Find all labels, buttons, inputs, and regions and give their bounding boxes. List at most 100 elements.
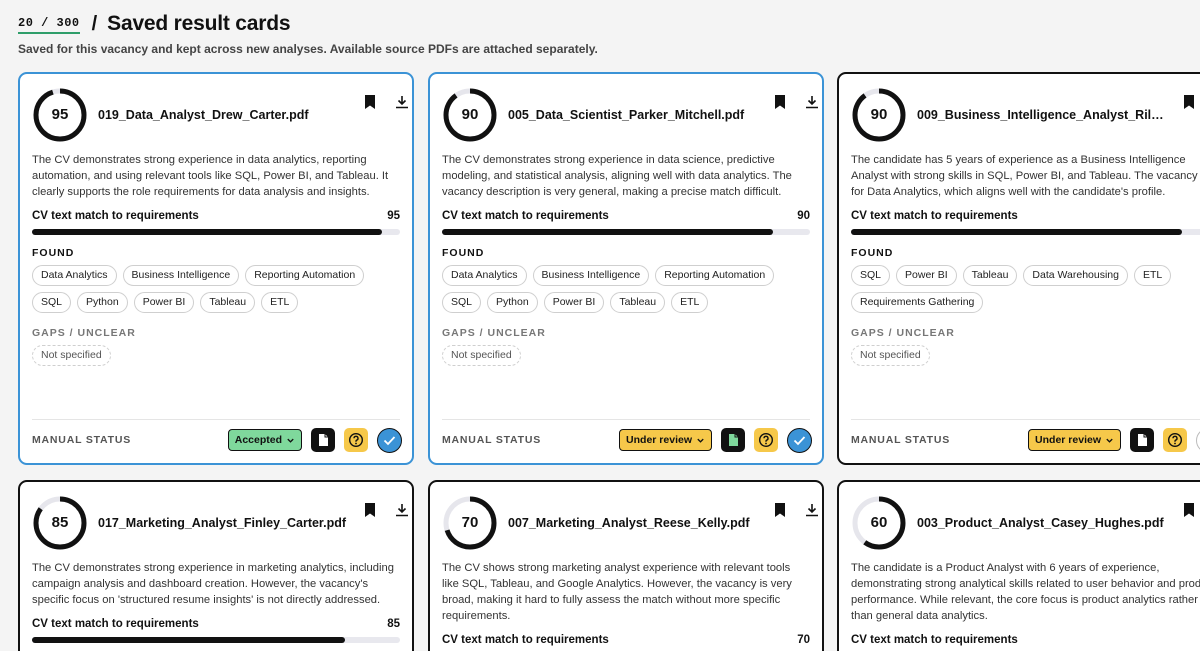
match-value: 90 <box>797 210 810 222</box>
result-card[interactable]: 90 005_Data_Scientist_Parker_Mitchell.pd… <box>428 72 824 465</box>
document-icon <box>1137 434 1147 446</box>
question-button[interactable] <box>344 428 368 452</box>
status-dropdown[interactable]: Under review <box>1028 429 1121 451</box>
found-label: FOUND <box>851 247 894 259</box>
question-button[interactable] <box>1163 428 1187 452</box>
skill-chip: ETL <box>261 292 299 313</box>
result-card[interactable]: 95 019_Data_Analyst_Drew_Carter.pdf The … <box>18 72 414 465</box>
skill-chip: SQL <box>851 265 891 286</box>
page-header: 20 / 300 / Saved result cards Saved for … <box>18 12 1198 56</box>
bookmark-icon[interactable] <box>772 94 788 110</box>
check-icon <box>383 435 396 445</box>
chevron-down-icon <box>1106 438 1113 443</box>
file-name[interactable]: 007_Marketing_Analyst_Reese_Kelly.pdf <box>508 516 758 530</box>
score-ring: 90 <box>442 87 498 143</box>
match-label: CV text match to requirements <box>851 210 1018 222</box>
gap-chip: Not specified <box>32 345 111 366</box>
manual-status-label: MANUAL STATUS <box>851 434 951 446</box>
result-card[interactable]: 85 017_Marketing_Analyst_Finley_Carter.p… <box>18 480 414 651</box>
skill-chip: Requirements Gathering <box>851 292 984 313</box>
page-counter[interactable]: 20 / 300 <box>18 15 80 34</box>
gaps-label: GAPS / UNCLEAR <box>442 327 546 339</box>
skill-chip: Power BI <box>896 265 957 286</box>
bookmark-icon[interactable] <box>1181 94 1197 110</box>
bookmark-icon[interactable] <box>362 94 378 110</box>
pdf-button[interactable] <box>311 428 335 452</box>
file-name[interactable]: 019_Data_Analyst_Drew_Carter.pdf <box>98 108 348 122</box>
result-card[interactable]: 90 009_Business_Intelligence_Analyst_Ril… <box>837 72 1200 465</box>
status-dropdown[interactable]: Accepted <box>227 429 302 451</box>
score-ring: 70 <box>442 495 498 551</box>
found-label: FOUND <box>442 247 485 259</box>
skill-chip: SQL <box>32 292 72 313</box>
page-subtitle: Saved for this vacancy and kept across n… <box>18 42 598 56</box>
match-bar <box>32 229 400 235</box>
download-icon[interactable] <box>804 502 820 518</box>
gaps-label: GAPS / UNCLEAR <box>32 327 136 339</box>
divider <box>32 419 400 420</box>
skill-chip: Power BI <box>543 292 605 313</box>
confirm-toggle[interactable] <box>787 427 812 453</box>
bookmark-icon[interactable] <box>362 502 378 518</box>
skill-chip: Business Intelligence <box>122 265 240 286</box>
skill-chip: Python <box>77 292 128 313</box>
file-name[interactable]: 017_Marketing_Analyst_Finley_Carter.pdf <box>98 516 348 530</box>
file-name[interactable]: 009_Business_Intelligence_Analyst_Riley_… <box>917 108 1167 122</box>
download-icon[interactable] <box>394 94 410 110</box>
file-name[interactable]: 003_Product_Analyst_Casey_Hughes.pdf <box>917 516 1167 530</box>
skill-chip: Power BI <box>133 292 195 313</box>
score-ring: 95 <box>32 87 88 143</box>
match-label: CV text match to requirements <box>442 634 609 646</box>
match-label: CV text match to requirements <box>442 210 609 222</box>
skill-chip: Tableau <box>200 292 256 313</box>
manual-status-label: MANUAL STATUS <box>32 434 132 446</box>
result-card[interactable]: 60 003_Product_Analyst_Casey_Hughes.pdf … <box>837 480 1200 651</box>
divider <box>851 419 1200 420</box>
match-bar <box>851 229 1200 235</box>
card-description: The CV shows strong marketing analyst ex… <box>442 562 792 622</box>
bookmark-icon[interactable] <box>1181 502 1197 518</box>
gap-chip: Not specified <box>442 345 521 366</box>
score-value: 90 <box>461 106 479 123</box>
confirm-toggle[interactable] <box>377 427 402 453</box>
file-name[interactable]: 005_Data_Scientist_Parker_Mitchell.pdf <box>508 108 758 122</box>
question-icon <box>1167 432 1183 448</box>
divider <box>442 419 810 420</box>
card-description: The candidate has 5 years of experience … <box>851 154 1200 198</box>
match-label: CV text match to requirements <box>32 618 199 630</box>
skill-chip: Business Intelligence <box>532 265 650 286</box>
skill-chip: SQL <box>442 292 482 313</box>
match-label: CV text match to requirements <box>851 634 1018 646</box>
match-bar <box>32 637 400 643</box>
pdf-button[interactable] <box>721 428 745 452</box>
question-icon <box>758 432 774 448</box>
score-ring: 60 <box>851 495 907 551</box>
match-value: 85 <box>387 618 400 630</box>
confirm-toggle[interactable] <box>1196 427 1200 453</box>
status-value: Under review <box>1035 434 1101 446</box>
download-icon[interactable] <box>394 502 410 518</box>
match-bar <box>442 229 810 235</box>
score-value: 70 <box>461 514 479 531</box>
download-icon[interactable] <box>804 94 820 110</box>
card-description: The CV demonstrates strong experience in… <box>442 154 792 198</box>
score-value: 90 <box>870 106 888 123</box>
result-card[interactable]: 70 007_Marketing_Analyst_Reese_Kelly.pdf… <box>428 480 824 651</box>
skill-chip: ETL <box>1133 265 1172 286</box>
skill-chip: Tableau <box>610 292 666 313</box>
status-dropdown[interactable]: Under review <box>619 429 712 451</box>
skill-chip: ETL <box>671 292 709 313</box>
document-icon <box>318 434 328 446</box>
skill-chip: Reporting Automation <box>245 265 365 286</box>
match-label: CV text match to requirements <box>32 210 199 222</box>
question-icon <box>348 432 364 448</box>
score-ring: 85 <box>32 495 88 551</box>
question-button[interactable] <box>754 428 778 452</box>
skill-chip: Data Warehousing <box>1023 265 1128 286</box>
found-label: FOUND <box>32 247 75 259</box>
page-title: Saved result cards <box>107 12 291 35</box>
skill-chip: Python <box>487 292 538 313</box>
card-description: The CV demonstrates strong experience in… <box>32 562 394 606</box>
bookmark-icon[interactable] <box>772 502 788 518</box>
pdf-button[interactable] <box>1130 428 1154 452</box>
